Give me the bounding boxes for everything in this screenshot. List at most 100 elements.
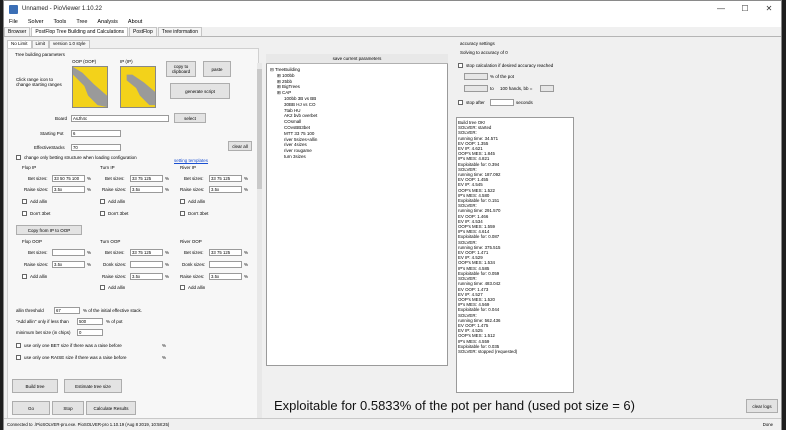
one-raise-size-checkbox[interactable]	[16, 355, 21, 360]
build-tree-button[interactable]: Build tree	[12, 379, 58, 393]
flop-ip-raise-input[interactable]: 3.5x	[52, 186, 85, 193]
tab-no-limit[interactable]: No Limit	[7, 40, 32, 48]
add-allin-only-suffix: % of pot	[106, 319, 123, 324]
left-panel-scrollbar[interactable]	[257, 63, 262, 425]
stop-after-seconds-input[interactable]	[490, 99, 514, 106]
board-input[interactable]: AsJh4c	[71, 115, 169, 122]
river-oop-raise-pct: %	[244, 274, 249, 279]
save-current-parameters-button[interactable]: save current parameters	[266, 54, 448, 64]
river-oop-raise-label: Raise sizes:	[180, 274, 205, 279]
turn-oop-donk-input[interactable]	[130, 261, 163, 268]
turn-oop-bet-input[interactable]: 33 75 125	[130, 249, 163, 256]
river-oop-donk-input[interactable]	[209, 261, 242, 268]
stop-after-checkbox[interactable]	[458, 100, 463, 105]
stop-button[interactable]: Stop	[52, 401, 84, 415]
flop-oop-raise-input[interactable]: 3.5x	[52, 261, 85, 268]
tab-version-1-style[interactable]: version 1.0 style	[49, 40, 90, 48]
copy-ip-to-oop-button[interactable]: Copy from IP to OOP	[16, 225, 82, 235]
maximize-button[interactable]: ☐	[733, 1, 757, 17]
one-bet-size-label: use only one BET size if there was a rai…	[24, 343, 122, 348]
allin-threshold-input[interactable]: 67	[54, 307, 80, 314]
flop-oop-bet-input[interactable]	[52, 249, 85, 256]
tree-item[interactable]: turn 3sizes	[270, 154, 317, 160]
flop-ip-bet-input[interactable]: 33 50 75 100	[52, 175, 85, 182]
left-panel-scroll-thumb[interactable]	[257, 69, 262, 189]
min-bet-input[interactable]: 0	[77, 329, 103, 336]
river-ip-bet-input[interactable]: 33 75 125	[209, 175, 242, 182]
tab-postflop-tree-building[interactable]: PostFlop Tree Building and Calculations	[31, 27, 129, 36]
turn-ip-raise-input[interactable]: 3.5x	[130, 186, 163, 193]
bb-value-input[interactable]	[540, 85, 554, 92]
menu-tools[interactable]: Tools	[48, 19, 71, 25]
menu-tree[interactable]: Tree	[71, 19, 92, 25]
one-bet-size-checkbox[interactable]	[16, 343, 21, 348]
turn-ip-bet-input[interactable]: 33 75 125	[130, 175, 163, 182]
tab-limit[interactable]: Limit	[31, 40, 50, 48]
menu-solver[interactable]: Solver	[23, 19, 49, 25]
add-allin-only-input[interactable]: 500	[77, 318, 103, 325]
change-only-betting-checkbox[interactable]	[16, 155, 21, 160]
river-ip-dont-3bet-label: Don't 3bet	[188, 211, 209, 216]
stop-when-accuracy-checkbox[interactable]	[458, 63, 463, 68]
flop-ip-add-allin-checkbox[interactable]	[22, 199, 27, 204]
done-status: Done	[762, 422, 773, 427]
one-raise-size-label: use only one RAISE size if there was a r…	[24, 355, 127, 360]
clear-all-button[interactable]: clear all	[228, 141, 252, 151]
accuracy-pct-input[interactable]	[464, 73, 488, 80]
river-oop-bet-input[interactable]: 33 75 125	[209, 249, 242, 256]
river-oop-raise-input[interactable]: 3.5x	[209, 273, 242, 280]
allin-threshold-suffix: % of the initial effective stack.	[83, 308, 142, 313]
select-board-button[interactable]: select	[174, 113, 206, 123]
river-oop-add-allin-checkbox[interactable]	[180, 285, 185, 290]
menu-about[interactable]: About	[123, 19, 147, 25]
close-button[interactable]: ✕	[757, 1, 781, 17]
tree-building-panel: Tree building parameters OOP (OOP) IP (I…	[7, 48, 262, 426]
effective-stacks-input[interactable]: 70	[71, 144, 121, 151]
river-ip-raise-input[interactable]: 3.5x	[209, 186, 242, 193]
flop-oop-add-allin-checkbox[interactable]	[22, 274, 27, 279]
app-icon	[9, 4, 18, 14]
flop-oop-add-allin-label: Add allin	[30, 274, 48, 279]
oop-range-grid[interactable]	[72, 66, 108, 108]
board-label: Board	[55, 116, 68, 121]
turn-ip-add-allin-label: Add allin	[108, 199, 126, 204]
clear-logs-button[interactable]: clear logs	[746, 399, 778, 413]
stop-when-accuracy-label: stop calculation if desired accuracy rea…	[466, 63, 554, 68]
go-button[interactable]: Go	[12, 401, 50, 415]
copy-to-clipboard-button[interactable]: copy to clipboard	[166, 61, 196, 77]
river-ip-add-allin-checkbox[interactable]	[180, 199, 185, 204]
accuracy-mbb-input[interactable]	[464, 85, 488, 92]
river-oop-add-allin-label: Add allin	[188, 285, 206, 290]
starting-pot-input[interactable]: 6	[71, 130, 121, 137]
turn-ip-raise-pct: %	[165, 187, 170, 192]
tab-browser[interactable]: Browser	[4, 27, 31, 36]
turn-oop-add-allin-checkbox[interactable]	[100, 285, 105, 290]
solver-log[interactable]: Build tree OK! SOLVER: started SOLVER: r…	[456, 117, 574, 393]
tab-tree-information[interactable]: Tree information	[157, 27, 202, 36]
river-ip-dont-3bet-checkbox[interactable]	[180, 211, 185, 216]
turn-oop-raise-pct: %	[165, 274, 170, 279]
generate-script-button[interactable]: generate script	[170, 83, 230, 99]
starting-pot-label: Starting Pot	[40, 131, 64, 136]
estimate-tree-size-button[interactable]: Estimate tree size	[64, 379, 122, 393]
setting-templates-link[interactable]: setting templates	[174, 158, 208, 163]
turn-oop-raise-input[interactable]: 3.5x	[130, 273, 163, 280]
turn-ip-dont-3bet-checkbox[interactable]	[100, 211, 105, 216]
turn-ip-add-allin-checkbox[interactable]	[100, 199, 105, 204]
flop-ip-raise-pct: %	[87, 187, 92, 192]
menu-analysis[interactable]: Analysis	[92, 19, 122, 25]
river-oop-label: River OOP	[180, 239, 202, 244]
calculate-results-button[interactable]: Calculate Results	[86, 401, 136, 415]
flop-oop-bet-label: Bet sizes:	[28, 250, 48, 255]
ip-range-grid[interactable]	[120, 66, 156, 108]
menu-file[interactable]: File	[4, 19, 23, 25]
tab-postflop[interactable]: PostFlop	[129, 27, 157, 36]
river-ip-bet-label: Bet sizes:	[184, 176, 204, 181]
minimize-button[interactable]: —	[709, 1, 733, 17]
paste-button[interactable]: paste	[203, 61, 231, 77]
one-bet-size-pct: %	[162, 343, 167, 348]
flop-ip-dont-3bet-checkbox[interactable]	[22, 211, 27, 216]
turn-oop-add-allin-label: Add allin	[108, 285, 126, 290]
sub-tabs: No Limit Limit version 1.0 style	[7, 40, 90, 48]
flop-oop-raise-label: Raise sizes:	[24, 262, 49, 267]
